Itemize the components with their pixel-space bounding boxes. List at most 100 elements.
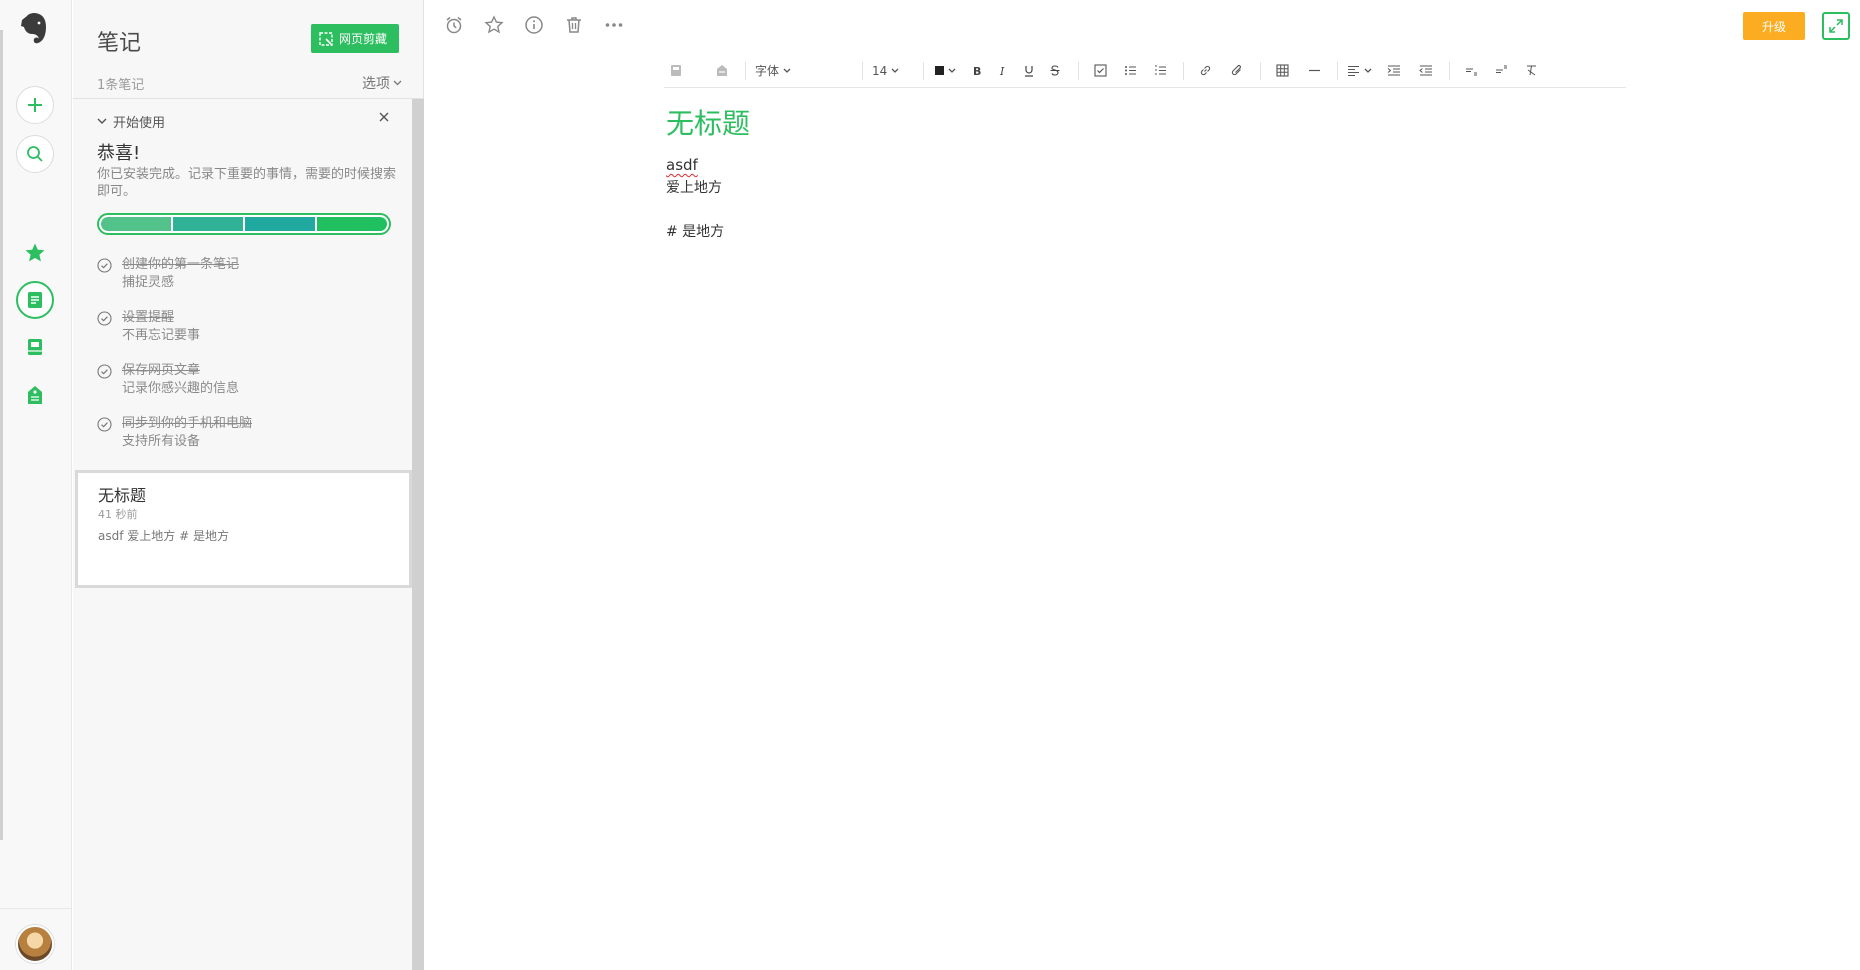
- underline-button[interactable]: [1017, 59, 1041, 83]
- close-button[interactable]: [376, 109, 392, 125]
- checkbox-button[interactable]: [1088, 59, 1112, 83]
- notebooks-button[interactable]: [22, 334, 48, 360]
- align-select[interactable]: [1347, 59, 1372, 83]
- options-dropdown[interactable]: 选项: [362, 73, 402, 93]
- table-button[interactable]: [1270, 59, 1294, 83]
- task-item[interactable]: 同步到你的手机和电脑 支持所有设备: [97, 415, 252, 451]
- delete-button[interactable]: [563, 14, 585, 36]
- notes-button[interactable]: [16, 281, 54, 319]
- task-text: 保存网页文章记录你感兴趣的信息: [122, 362, 239, 398]
- close-icon: [379, 112, 389, 122]
- text-color-select[interactable]: [933, 59, 957, 83]
- note-title[interactable]: 无标题: [666, 102, 750, 142]
- getting-started-desc: 你已安装完成。记录下重要的事情，需要的时候搜索即可。: [97, 167, 397, 199]
- link-button[interactable]: [1193, 59, 1217, 83]
- svg-text:I: I: [999, 65, 1005, 77]
- task-title: 保存网页文章: [122, 363, 201, 378]
- outdent-icon: [1419, 65, 1432, 76]
- note-icon: [28, 292, 42, 308]
- numbered-list-button[interactable]: [1148, 59, 1172, 83]
- expand-button[interactable]: [1822, 12, 1850, 40]
- chevron-down-icon: [97, 118, 107, 124]
- tags-button[interactable]: [22, 382, 48, 408]
- search-button[interactable]: [16, 135, 54, 173]
- superscript-button[interactable]: [1489, 59, 1513, 83]
- getting-started-progress: [97, 213, 391, 235]
- more-button[interactable]: [603, 14, 625, 36]
- subscript-button[interactable]: [1459, 59, 1483, 83]
- bullet-list-button[interactable]: [1118, 59, 1142, 83]
- toolbar-separator: [1260, 61, 1261, 80]
- task-subtitle: 不再忘记要事: [122, 328, 201, 343]
- clear-format-button[interactable]: [1519, 59, 1543, 83]
- web-clip-button[interactable]: 网页剪藏: [311, 24, 399, 53]
- tag-icon: [717, 65, 727, 76]
- check-circle-icon: [97, 364, 112, 379]
- tag-select-button[interactable]: [710, 59, 734, 83]
- avatar[interactable]: [16, 925, 54, 963]
- progress-segment: [101, 217, 171, 231]
- shortcuts-button[interactable]: [22, 240, 48, 266]
- horizontal-rule-icon: [1308, 69, 1320, 72]
- search-icon: [27, 146, 43, 162]
- expand-icon: [1829, 19, 1843, 33]
- check-circle-icon: [97, 417, 112, 432]
- new-note-button[interactable]: [16, 86, 54, 124]
- task-title: 创建你的第一条笔记: [122, 257, 240, 272]
- bold-icon: B: [973, 65, 981, 77]
- attachment-icon: [1231, 65, 1241, 76]
- horizontal-rule-button[interactable]: [1302, 59, 1326, 83]
- check-circle-icon: [97, 311, 112, 326]
- panel-title: 笔记: [97, 31, 142, 56]
- web-clip-label: 网页剪藏: [339, 32, 388, 46]
- bold-button[interactable]: B: [965, 59, 989, 83]
- font-size-select[interactable]: 14: [872, 59, 912, 83]
- checkbox-icon: [1093, 64, 1107, 77]
- svg-text:B: B: [973, 65, 981, 77]
- font-select[interactable]: 字体: [755, 59, 851, 83]
- toolbar-separator: [1449, 61, 1450, 80]
- attachment-button[interactable]: [1225, 59, 1249, 83]
- indent-button[interactable]: [1382, 59, 1406, 83]
- plus-icon: [28, 98, 42, 112]
- subscript-icon: [1465, 68, 1477, 76]
- task-item[interactable]: 保存网页文章记录你感兴趣的信息: [97, 362, 239, 398]
- table-icon: [1275, 64, 1289, 77]
- underline-icon: [1025, 66, 1033, 77]
- info-button[interactable]: [523, 14, 545, 36]
- note-card-preview: asdf 爱上地方 # 是地方: [98, 529, 229, 543]
- task-item[interactable]: 创建你的第一条笔记 捕捉灵感: [97, 256, 239, 292]
- panel-separator: [73, 98, 424, 99]
- favorite-button[interactable]: [483, 14, 505, 36]
- align-left-icon: [1348, 66, 1359, 76]
- task-subtitle: 记录你感兴趣的信息: [122, 381, 240, 396]
- progress-segment: [173, 217, 243, 231]
- chevron-down-icon: [891, 68, 899, 73]
- toolbar-separator: [923, 61, 924, 80]
- notebook-select-button[interactable]: [664, 59, 688, 83]
- task-text: 设置提醒 不再忘记要事: [122, 309, 200, 345]
- note-card-title: 无标题: [98, 486, 147, 505]
- getting-started-toggle[interactable]: 开始使用: [97, 112, 165, 131]
- strikethrough-button[interactable]: [1043, 59, 1067, 83]
- star-icon: [484, 15, 504, 34]
- note-card-time: 41 秒前: [98, 508, 138, 521]
- task-item[interactable]: 设置提醒 不再忘记要事: [97, 309, 200, 345]
- note-line: asdf: [666, 154, 724, 177]
- italic-button[interactable]: I: [991, 59, 1015, 83]
- note-line-text: asdf: [666, 156, 698, 174]
- upgrade-button[interactable]: 升级: [1743, 12, 1805, 40]
- clip-icon: [319, 31, 333, 46]
- note-card[interactable]: 无标题 41 秒前 asdf 爱上地方 # 是地方: [75, 470, 412, 588]
- reminder-button[interactable]: [443, 14, 465, 36]
- scrollbar[interactable]: [412, 99, 424, 970]
- note-body[interactable]: asdf 爱上地方 # 是地方: [666, 154, 724, 243]
- chevron-down-icon: [1364, 68, 1372, 73]
- options-label: 选项: [362, 76, 390, 92]
- strikethrough-icon: [1050, 65, 1060, 76]
- rail-scroll-strip: [0, 30, 3, 840]
- outdent-button[interactable]: [1414, 59, 1438, 83]
- evernote-logo-icon[interactable]: [18, 12, 50, 46]
- info-icon: [525, 16, 543, 34]
- notes-list-panel: 笔记 网页剪藏 1条笔记 选项 开始使用 恭喜! 你已安装完成。记录下重要的事情…: [73, 0, 424, 970]
